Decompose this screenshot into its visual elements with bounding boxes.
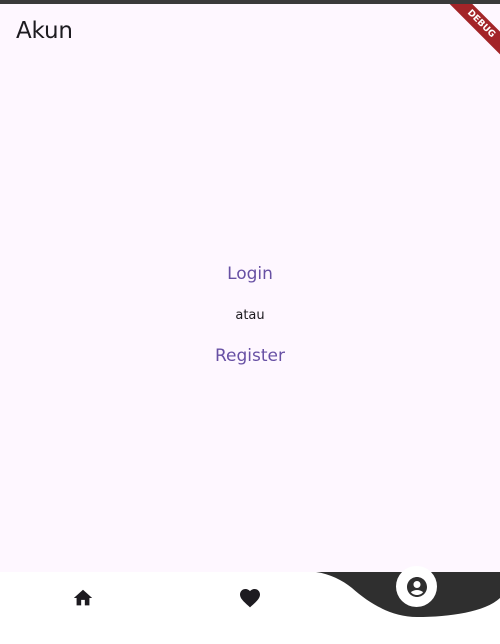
app-screen: Akun DEBUG Login atau Register [0,4,500,572]
nav-account-button[interactable] [396,566,437,607]
account-circle-icon [406,576,427,597]
login-button[interactable]: Login [227,264,273,284]
auth-options: Login atau Register [0,4,500,572]
heart-icon [240,589,260,608]
bottom-navigation-bar [0,566,500,644]
or-separator: atau [235,308,265,323]
home-icon [73,589,93,606]
nav-favorites-button[interactable] [230,578,270,618]
register-button[interactable]: Register [215,346,285,366]
nav-home-button[interactable] [63,578,103,618]
